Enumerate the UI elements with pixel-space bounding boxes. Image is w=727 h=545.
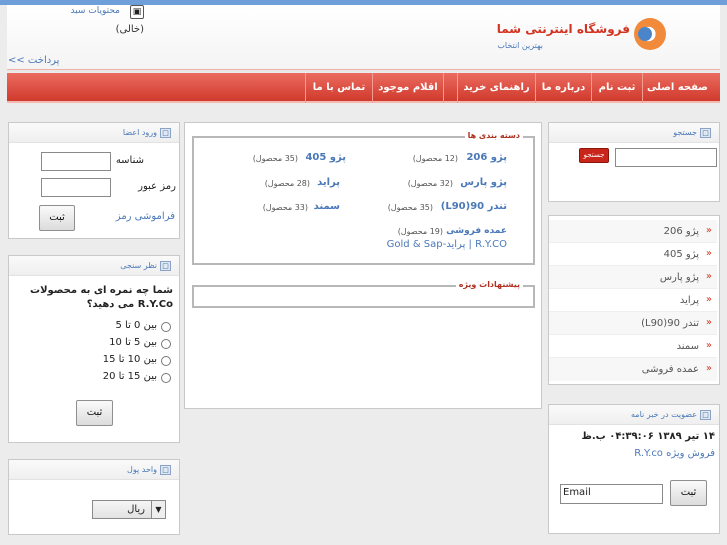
arrow-icon: » (705, 225, 712, 236)
newsletter-shop-line: فروش ویژه R.Y.co (634, 448, 715, 459)
sidebar-item-l90[interactable]: » تندر 90(L90) (549, 312, 717, 335)
category-405-count: (35 محصول) (252, 154, 298, 163)
cart-status: (خالی) (115, 24, 144, 35)
category-l90[interactable]: تندر 90(L90) (441, 201, 507, 212)
newsletter-icon: □ (700, 410, 711, 420)
arrow-icon: » (705, 271, 712, 282)
newsletter-submit-button[interactable]: ثبت (670, 480, 707, 506)
nav-products[interactable]: اقلام موجود (372, 73, 443, 103)
poll-option-2-label: بین 5 تا 10 (109, 337, 157, 348)
login-header: □ ورود اعضا (9, 123, 179, 143)
sidebar-item-pride[interactable]: » پراید (549, 289, 717, 312)
category-samand[interactable]: سمند (314, 201, 340, 212)
category-405[interactable]: پژو 405 (305, 152, 346, 163)
category-sub-links[interactable]: Gold & Sap-پراید | R.Y.CO (387, 239, 507, 250)
arrow-icon: » (705, 340, 712, 351)
poll-icon: □ (160, 261, 171, 271)
poll-option-4-label: بین 15 تا 20 (102, 371, 157, 382)
nav-register[interactable]: ثبت نام (591, 73, 642, 103)
poll-option-3-label: بین 10 تا 15 (102, 354, 157, 365)
login-icon: □ (160, 128, 171, 138)
poll-header: □ نظر سنجی (9, 256, 179, 276)
login-box: □ ورود اعضا شناسه رمز عبور ثبت فراموشی ر… (8, 122, 180, 239)
search-box-header: □ جستجو (549, 123, 719, 143)
nav-separator (443, 73, 457, 103)
arrow-icon: » (705, 363, 712, 374)
category-wholesale-count: (19 محصول) (397, 227, 443, 236)
main-content: دسته بندی ها پژو 206 (12 محصول) پژو 405 … (184, 122, 542, 409)
checkout-link[interactable]: پرداخت >> (8, 55, 68, 66)
currency-icon: □ (160, 465, 171, 475)
categories-fieldset: دسته بندی ها پژو 206 (12 محصول) پژو 405 … (192, 131, 535, 265)
username-input[interactable] (41, 152, 111, 171)
newsletter-header: □ عضویت در خبر نامه (549, 405, 719, 425)
search-box-icon: □ (700, 128, 711, 138)
search-box-title: جستجو (673, 128, 697, 137)
arrow-icon: » (705, 294, 712, 305)
currency-title: واحد پول (127, 465, 157, 474)
newsletter-title: عضویت در خبر نامه (631, 410, 697, 419)
shop-subtitle: بهترین انتخاب (497, 41, 543, 50)
chevron-down-icon: ▼ (151, 501, 165, 518)
category-206[interactable]: پژو 206 (466, 152, 507, 163)
sidebar-item-samand[interactable]: » سمند (549, 335, 717, 358)
specials-legend: پیشنهادات ویژه (455, 280, 523, 289)
poll-option-4-radio[interactable] (161, 373, 171, 383)
arrow-icon: » (705, 317, 712, 328)
poll-box: □ نظر سنجی شما چه نمره ای به محصولات R.Y… (8, 255, 180, 443)
sidebar-categories: » پژو 206 » پژو 405 » پژو پارس » پراید » تندر… (548, 215, 720, 385)
search-input[interactable] (615, 148, 717, 167)
nav-home[interactable]: صفحه اصلی (642, 73, 712, 103)
arrow-icon: » (705, 248, 712, 259)
nav-about[interactable]: درباره ما (535, 73, 591, 103)
category-206-count: (12 محصول) (412, 154, 458, 163)
poll-option-1-label: بین 0 تا 5 (115, 320, 157, 331)
category-pars[interactable]: پژو پارس (460, 177, 507, 188)
category-samand-count: (33 محصول) (262, 203, 308, 212)
category-pride-count: (28 محصول) (264, 179, 310, 188)
specials-fieldset: پیشنهادات ویژه (192, 280, 535, 308)
password-input[interactable] (41, 178, 111, 197)
category-wholesale[interactable]: عمده فروشی (446, 226, 507, 236)
login-title: ورود اعضا (122, 128, 157, 137)
sidebar-item-206[interactable]: » پژو 206 (549, 220, 717, 243)
currency-select[interactable]: ریال ▼ (92, 500, 166, 519)
currency-box: □ واحد پول ریال ▼ (8, 459, 180, 535)
nav-guide[interactable]: راهنمای خرید (457, 73, 535, 103)
category-pride[interactable]: پراید (317, 177, 340, 188)
sidebar-item-wholesale[interactable]: » عمده فروشی (549, 358, 717, 381)
search-box: □ جستجو جستجو (548, 122, 720, 202)
header-divider (7, 69, 720, 72)
poll-title: نظر سنجی (120, 261, 157, 270)
cart-title[interactable]: محتویات سبد (40, 6, 120, 16)
password-label: رمز عبور (138, 181, 176, 192)
categories-legend: دسته بندی ها (464, 131, 523, 140)
login-submit-button[interactable]: ثبت (39, 205, 75, 231)
poll-option-1-radio[interactable] (161, 322, 171, 332)
shop-title: فروشگاه اینترنتی شما (496, 22, 630, 36)
poll-option-2-radio[interactable] (161, 339, 171, 349)
forgot-password-link[interactable]: فراموشی رمز (116, 211, 175, 222)
poll-submit-button[interactable]: ثبت (76, 400, 113, 426)
main-nav: صفحه اصلی ثبت نام درباره ما راهنمای خرید… (7, 73, 720, 103)
sidebar-item-pars[interactable]: » پژو پارس (549, 266, 717, 289)
poll-option-3-radio[interactable] (161, 356, 171, 366)
poll-question: شما چه نمره ای به محصولات R.Y.Co می دهید… (30, 285, 173, 310)
newsletter-box: □ عضویت در خبر نامه ۱۴ تیر ۱۳۸۹ ۰۴:۳۹:۰۶… (548, 404, 720, 534)
username-label: شناسه (115, 155, 144, 166)
currency-selected: ریال (127, 504, 145, 515)
logo-dot-icon (638, 27, 652, 41)
newsletter-date: ۱۴ تیر ۱۳۸۹ ۰۴:۳۹:۰۶ ب.ظ (581, 431, 716, 442)
search-button[interactable]: جستجو (579, 148, 609, 163)
cart-icon[interactable]: ▣ (130, 5, 144, 19)
category-l90-count: (35 محصول) (387, 203, 433, 212)
currency-header: □ واحد پول (9, 460, 179, 480)
newsletter-email-input[interactable]: Email (560, 484, 663, 504)
nav-contact[interactable]: تماس با ما (305, 73, 372, 103)
sidebar-item-405[interactable]: » پژو 405 (549, 243, 717, 266)
category-pars-count: (32 محصول) (407, 179, 453, 188)
